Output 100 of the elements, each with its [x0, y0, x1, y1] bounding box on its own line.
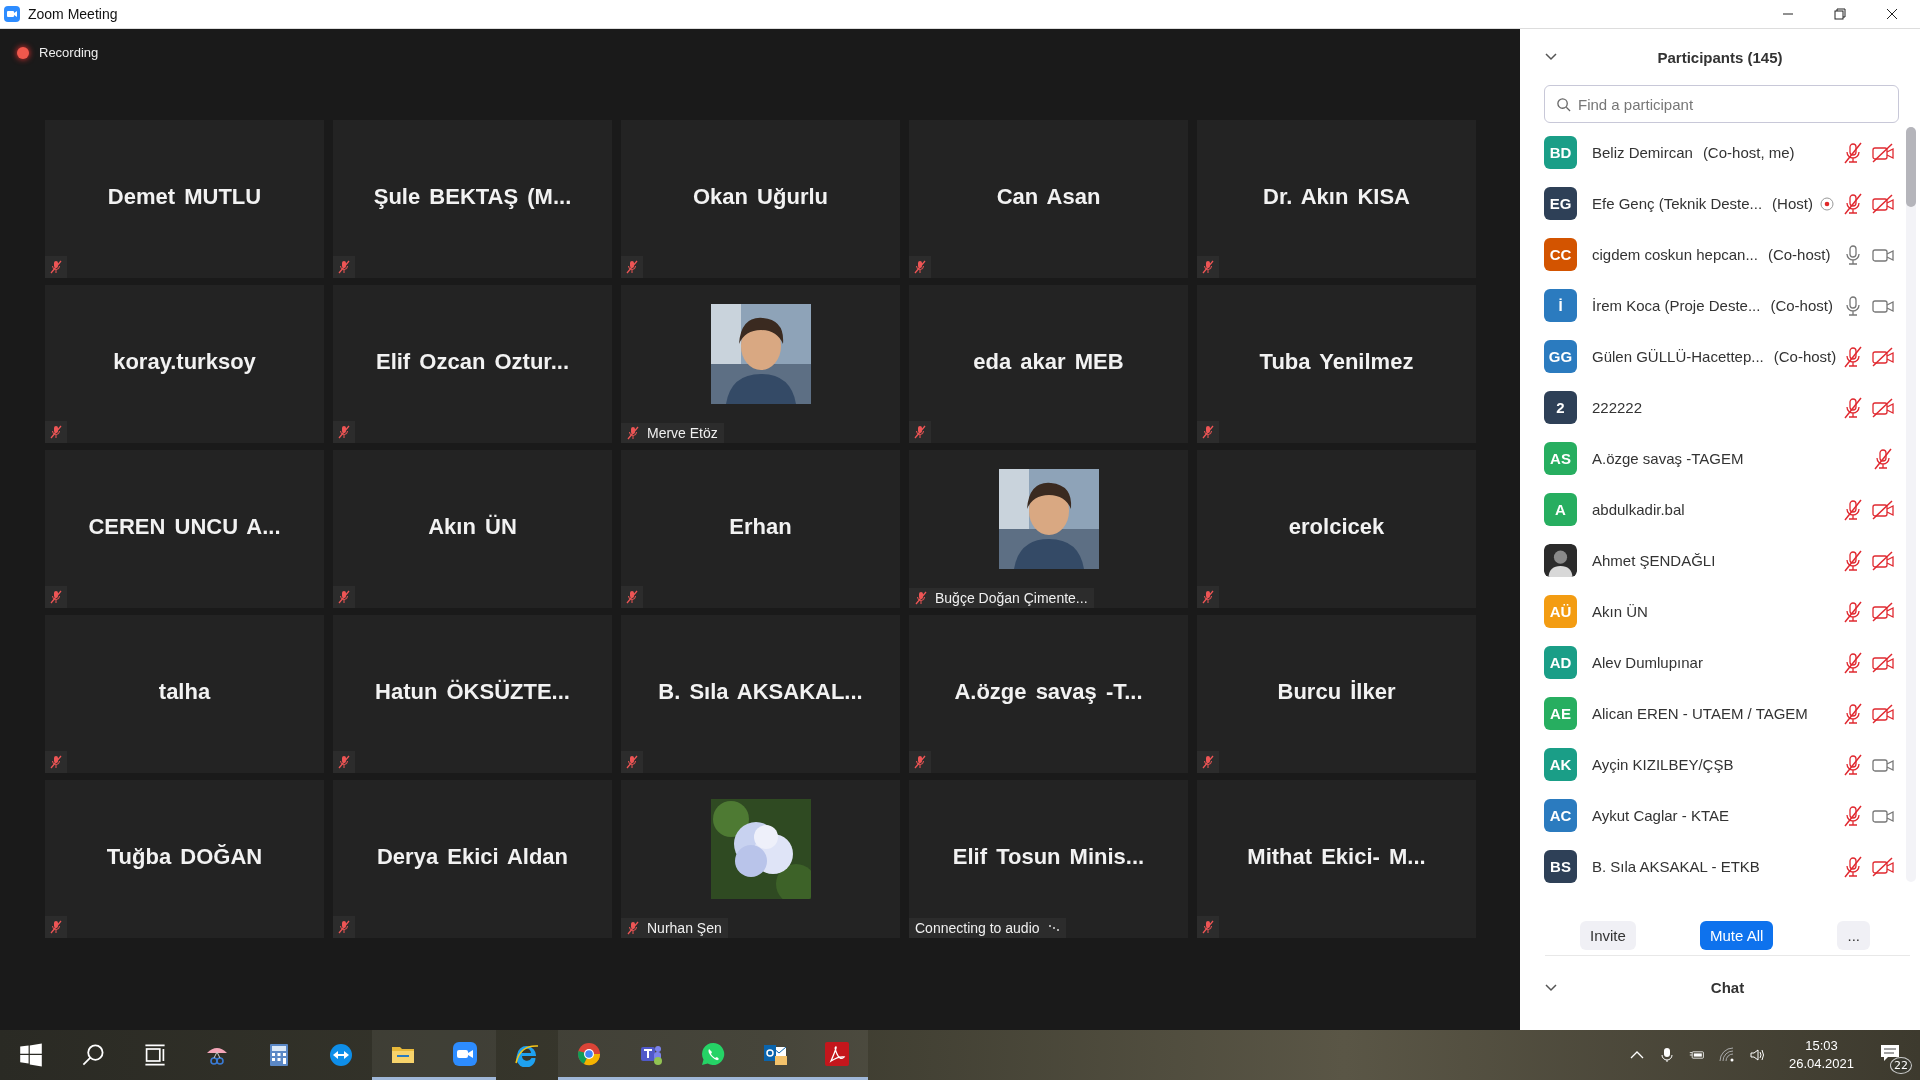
video-tile[interactable]: Tuba Yenilmez — [1197, 285, 1476, 443]
clock[interactable]: 15:03 26.04.2021 — [1788, 1037, 1854, 1073]
search-icon — [1556, 97, 1571, 112]
video-tile[interactable]: Tuğba DOĞAN — [45, 780, 324, 938]
restore-icon[interactable] — [1834, 8, 1846, 20]
video-tile[interactable]: Merve Etöz — [621, 285, 900, 443]
participant-name: Erhan — [729, 514, 792, 540]
browser-icon[interactable] — [515, 1043, 539, 1067]
video-tile[interactable]: Dr. Akın KISA — [1197, 120, 1476, 278]
video-tile[interactable]: Hatun ÖKSÜZTE... — [333, 615, 612, 773]
participant-name: Aykut Caglar - KTAE — [1592, 807, 1729, 824]
participant-name: Efe Genç (Teknik Deste... — [1592, 195, 1763, 212]
participant-name: koray.turksoy — [113, 349, 256, 375]
participant-name: İrem Koca (Proje Deste... — [1592, 297, 1761, 314]
wifi-icon[interactable] — [1718, 1047, 1735, 1063]
avatar: AE — [1544, 697, 1577, 730]
browser-icon[interactable] — [577, 1041, 601, 1066]
video-camera-icon[interactable] — [453, 1041, 477, 1066]
app-icon — [4, 6, 20, 22]
avatar: GG — [1544, 340, 1577, 373]
video-tile[interactable]: Derya Ekici Aldan — [333, 780, 612, 938]
pdf-icon[interactable] — [825, 1041, 849, 1066]
participant-name: CEREN UNCU A... — [88, 514, 281, 540]
video-tile[interactable]: koray.turksoy — [45, 285, 324, 443]
participant-name: 222222 — [1592, 399, 1643, 416]
avatar: AD — [1544, 646, 1577, 679]
video-tile[interactable]: Şule BEKTAŞ (M... — [333, 120, 612, 278]
participant-name: Buğçe Doğan Çimente... — [935, 590, 1088, 606]
participant-name: Derya Ekici Aldan — [376, 844, 568, 870]
participant-name: Alev Dumlupınar — [1592, 654, 1703, 671]
participant-name: eda akar MEB — [973, 349, 1124, 375]
notification-count: 22 — [1890, 1057, 1912, 1074]
scrollbar-thumb[interactable] — [1906, 127, 1916, 207]
video-tile[interactable]: A.özge savaş -T... — [909, 615, 1188, 773]
loading-icon — [1047, 924, 1060, 932]
video-tile[interactable]: Burcu İlker — [1197, 615, 1476, 773]
video-tile[interactable]: Demet MUTLU — [45, 120, 324, 278]
participant-name: Burcu İlker — [1277, 679, 1396, 705]
video-tile[interactable]: Elif Ozcan Oztur... — [333, 285, 612, 443]
chat-bubble-icon[interactable] — [701, 1041, 725, 1066]
chat-title: Chat — [1710, 979, 1745, 996]
participant-name: Demet MUTLU — [107, 184, 262, 210]
avatar: AS — [1544, 442, 1577, 475]
video-tile[interactable]: B. Sıla AKSAKAL... — [621, 615, 900, 773]
avatar: BD — [1544, 136, 1577, 169]
notifications-icon[interactable] — [1880, 1044, 1900, 1062]
windows-icon[interactable] — [19, 1043, 43, 1067]
status-label: Connecting to audio — [915, 920, 1040, 936]
participant-name: Şule BEKTAŞ (M... — [373, 184, 572, 210]
mic-icon[interactable] — [1658, 1047, 1675, 1063]
recording-label: Recording — [39, 45, 99, 60]
calculator-icon[interactable] — [267, 1043, 291, 1067]
participant-name: Ahmet ŞENDAĞLI — [1592, 552, 1716, 569]
participant-name: Elif Ozcan Oztur... — [375, 349, 569, 375]
participant-name: Tuğba DOĞAN — [106, 844, 263, 870]
video-tile[interactable]: erolcicek — [1197, 450, 1476, 608]
video-tile[interactable]: Nurhan Şen — [621, 780, 900, 938]
panel-title: Participants (145) — [1657, 48, 1783, 66]
arrows-icon[interactable] — [329, 1043, 353, 1067]
participant-name: Elif Tosun Minis... — [952, 844, 1145, 870]
search-icon[interactable] — [81, 1043, 105, 1067]
speaker-icon[interactable] — [1748, 1047, 1765, 1063]
panel-button[interactable]: Invite — [1580, 920, 1636, 950]
video-tile[interactable]: talha — [45, 615, 324, 773]
video-tile[interactable]: Mithat Ekici- M... — [1197, 780, 1476, 938]
participant-name: Tuba Yenilmez — [1259, 349, 1414, 375]
participant-name: Okan Uğurlu — [693, 184, 828, 210]
participant-name: abdulkadir.bal — [1592, 501, 1685, 518]
collapse-icon[interactable] — [1545, 53, 1557, 61]
participant-name: Akın ÜN — [428, 514, 517, 540]
collapse-icon[interactable] — [1545, 983, 1557, 992]
mute-all-button[interactable]: Mute All — [1700, 920, 1774, 950]
video-tile[interactable]: Elif Tosun Minis... Connecting to audio — [909, 780, 1188, 938]
video-tile[interactable]: eda akar MEB — [909, 285, 1188, 443]
close-icon[interactable] — [1886, 8, 1898, 20]
video-tile[interactable]: Okan Uğurlu — [621, 120, 900, 278]
participant-name: Gülen GÜLLÜ-Hacettep... — [1592, 348, 1764, 365]
participant-name: talha — [158, 679, 211, 705]
participant-name: Can Asan — [996, 184, 1101, 210]
video-tile[interactable]: Buğçe Doğan Çimente... — [909, 450, 1188, 608]
avatar: CC — [1544, 238, 1577, 271]
task-view-icon[interactable] — [143, 1043, 167, 1067]
participant-name: erolcicek — [1288, 514, 1385, 540]
video-tile[interactable]: Can Asan — [909, 120, 1188, 278]
avatar: AK — [1544, 748, 1577, 781]
video-tile[interactable]: Akın ÜN — [333, 450, 612, 608]
participant-role: (Co-host) — [1770, 297, 1833, 314]
clock-time: 15:03 — [1805, 1037, 1838, 1055]
participant-name: Beliz Demircan — [1592, 144, 1693, 161]
participant-name: B. Sıla AKSAKAL - ETKB — [1592, 858, 1760, 875]
participant-role: (Co-host) — [1767, 246, 1831, 263]
avatar: A — [1544, 493, 1577, 526]
participant-name: B. Sıla AKSAKAL... — [658, 679, 863, 705]
search-field[interactable]: Find a participant — [1544, 85, 1899, 123]
panel-button[interactable]: ... — [1837, 920, 1870, 950]
video-tile[interactable]: CEREN UNCU A... — [45, 450, 324, 608]
participant-name: Dr. Akın KISA — [1263, 184, 1410, 210]
window-title: Zoom Meeting — [28, 6, 118, 22]
avatar: EG — [1544, 187, 1577, 220]
video-tile[interactable]: Erhan — [621, 450, 900, 608]
